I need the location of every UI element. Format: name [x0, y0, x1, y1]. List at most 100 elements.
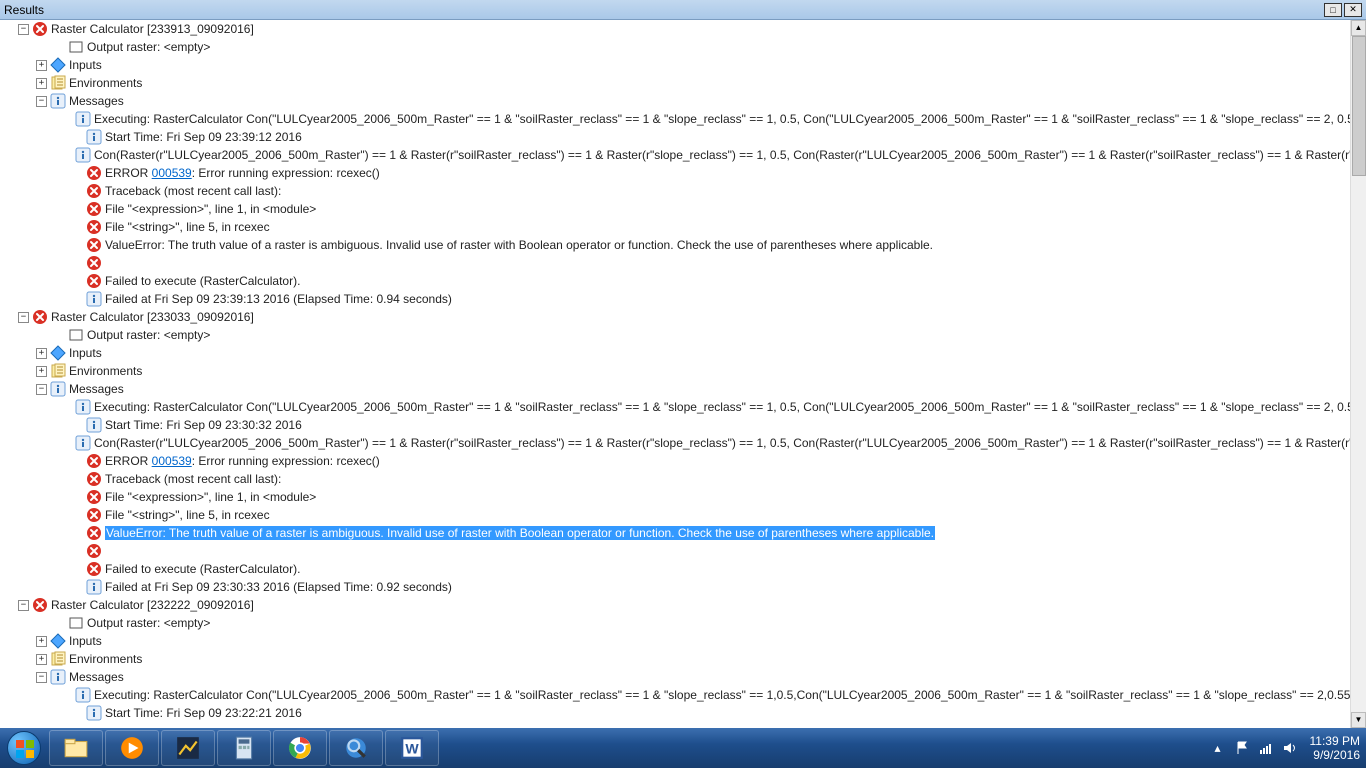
- taskbar-mediaplayer[interactable]: [105, 730, 159, 766]
- taskbar-word[interactable]: W: [385, 730, 439, 766]
- tree-item-label: Output raster: <empty>: [87, 328, 210, 342]
- message-line[interactable]: [0, 254, 1350, 272]
- close-button[interactable]: ✕: [1344, 3, 1362, 17]
- tree-item-label: ValueError: The truth value of a raster …: [105, 526, 935, 540]
- message-line[interactable]: ValueError: The truth value of a raster …: [0, 524, 1350, 542]
- info-icon: [75, 687, 91, 703]
- tree-toggle[interactable]: −: [36, 672, 47, 683]
- info-icon: [75, 435, 91, 451]
- message-line[interactable]: [0, 542, 1350, 560]
- message-line[interactable]: Con(Raster(r"LULCyear2005_2006_500m_Rast…: [0, 434, 1350, 452]
- message-line[interactable]: Failed to execute (RasterCalculator).: [0, 272, 1350, 290]
- environments-icon: [50, 363, 66, 379]
- raster-icon: [68, 39, 84, 55]
- inputs-item[interactable]: + Inputs: [0, 56, 1350, 74]
- result-entry[interactable]: − Raster Calculator [233913_09092016]: [0, 20, 1350, 38]
- tree-item-label: Failed at Fri Sep 09 23:30:33 2016 (Elap…: [105, 580, 452, 594]
- message-line[interactable]: ValueError: The truth value of a raster …: [0, 236, 1350, 254]
- environments-item[interactable]: +Environments: [0, 74, 1350, 92]
- error-code-link[interactable]: 000539: [152, 166, 192, 180]
- tray-flag-icon[interactable]: [1233, 739, 1251, 757]
- message-line[interactable]: Failed at Fri Sep 09 23:39:13 2016 (Elap…: [0, 290, 1350, 308]
- maximize-button[interactable]: □: [1324, 3, 1342, 17]
- taskbar-explorer[interactable]: [49, 730, 103, 766]
- start-button[interactable]: [0, 728, 48, 768]
- output-raster-item[interactable]: Output raster: <empty>: [0, 326, 1350, 344]
- message-line[interactable]: Executing: RasterCalculator Con("LULCyea…: [0, 398, 1350, 416]
- tree-toggle[interactable]: +: [36, 654, 47, 665]
- tray-date: 9/9/2016: [1310, 748, 1360, 762]
- message-line[interactable]: File "<expression>", line 1, in <module>: [0, 200, 1350, 218]
- output-raster-item[interactable]: Output raster: <empty>: [0, 614, 1350, 632]
- message-line[interactable]: Executing: RasterCalculator Con("LULCyea…: [0, 110, 1350, 128]
- message-line[interactable]: Traceback (most recent call last):: [0, 182, 1350, 200]
- error-icon: [86, 471, 102, 487]
- tree-item-label: File "<string>", line 5, in rcexec: [105, 508, 270, 522]
- tray-clock[interactable]: 11:39 PM 9/9/2016: [1310, 734, 1360, 762]
- tree-toggle[interactable]: −: [36, 384, 47, 395]
- tree-item-label: Raster Calculator [232222_09092016]: [51, 598, 254, 612]
- message-line[interactable]: Start Time: Fri Sep 09 23:22:21 2016: [0, 704, 1350, 722]
- tree-item-label: Inputs: [69, 58, 102, 72]
- message-line[interactable]: ERROR 000539: Error running expression: …: [0, 452, 1350, 470]
- tray-network-icon[interactable]: [1257, 739, 1275, 757]
- message-line[interactable]: File "<string>", line 5, in rcexec: [0, 218, 1350, 236]
- error-code-link[interactable]: 000539: [152, 454, 192, 468]
- tree-item-label: Start Time: Fri Sep 09 23:22:21 2016: [105, 706, 302, 720]
- info-icon: [75, 147, 91, 163]
- tray-show-hidden-icon[interactable]: ▴: [1209, 739, 1227, 757]
- message-line[interactable]: Start Time: Fri Sep 09 23:30:32 2016: [0, 416, 1350, 434]
- tree-toggle[interactable]: +: [36, 636, 47, 647]
- taskbar-calculator[interactable]: [217, 730, 271, 766]
- environments-item[interactable]: +Environments: [0, 362, 1350, 380]
- error-icon: [86, 165, 102, 181]
- taskbar-arccatalog[interactable]: [329, 730, 383, 766]
- tree-toggle[interactable]: −: [18, 312, 29, 323]
- output-raster-item[interactable]: Output raster: <empty>: [0, 38, 1350, 56]
- message-line[interactable]: Con(Raster(r"LULCyear2005_2006_500m_Rast…: [0, 146, 1350, 164]
- tree-toggle[interactable]: −: [36, 96, 47, 107]
- message-line[interactable]: Traceback (most recent call last):: [0, 470, 1350, 488]
- taskbar-app-dark[interactable]: [161, 730, 215, 766]
- tree-item-label: File "<expression>", line 1, in <module>: [105, 490, 316, 504]
- tree-toggle[interactable]: +: [36, 348, 47, 359]
- message-line[interactable]: Start Time: Fri Sep 09 23:39:12 2016: [0, 128, 1350, 146]
- message-line[interactable]: File "<expression>", line 1, in <module>: [0, 488, 1350, 506]
- tree-toggle[interactable]: +: [36, 366, 47, 377]
- tree-item-label: Raster Calculator [233913_09092016]: [51, 22, 254, 36]
- message-line[interactable]: ERROR 000539: Error running expression: …: [0, 164, 1350, 182]
- error-icon: [86, 237, 102, 253]
- vertical-scrollbar[interactable]: ▲ ▼: [1350, 20, 1366, 728]
- result-entry[interactable]: − Raster Calculator [232222_09092016]: [0, 596, 1350, 614]
- environments-item[interactable]: + Environments: [0, 650, 1350, 668]
- message-line[interactable]: Executing: RasterCalculator Con("LULCyea…: [0, 686, 1350, 704]
- raster-icon: [68, 615, 84, 631]
- tree-toggle[interactable]: −: [18, 24, 29, 35]
- inputs-item[interactable]: +Inputs: [0, 344, 1350, 362]
- messages-item[interactable]: −Messages: [0, 668, 1350, 686]
- messages-item[interactable]: − Messages: [0, 380, 1350, 398]
- tree-item-label: Start Time: Fri Sep 09 23:30:32 2016: [105, 418, 302, 432]
- tree-toggle[interactable]: +: [36, 60, 47, 71]
- message-line[interactable]: Failed to execute (RasterCalculator).: [0, 560, 1350, 578]
- info-icon: [86, 291, 102, 307]
- tree-item-label: Messages: [69, 382, 124, 396]
- scroll-up-arrow[interactable]: ▲: [1351, 20, 1366, 36]
- scroll-down-arrow[interactable]: ▼: [1351, 712, 1366, 728]
- taskbar-chrome[interactable]: [273, 730, 327, 766]
- error-icon: [86, 489, 102, 505]
- tree-item-label: ERROR 000539: Error running expression: …: [105, 166, 380, 180]
- tree-toggle[interactable]: +: [36, 78, 47, 89]
- messages-item[interactable]: −Messages: [0, 92, 1350, 110]
- message-line[interactable]: Failed at Fri Sep 09 23:30:33 2016 (Elap…: [0, 578, 1350, 596]
- tree-item-label: File "<string>", line 5, in rcexec: [105, 220, 270, 234]
- tree-toggle[interactable]: −: [18, 600, 29, 611]
- result-entry[interactable]: −Raster Calculator [233033_09092016]: [0, 308, 1350, 326]
- tray-volume-icon[interactable]: [1281, 739, 1299, 757]
- inputs-item[interactable]: +Inputs: [0, 632, 1350, 650]
- tree-item-label: Environments: [69, 652, 142, 666]
- message-line[interactable]: File "<string>", line 5, in rcexec: [0, 506, 1350, 524]
- scroll-thumb[interactable]: [1352, 36, 1366, 176]
- info-icon: [75, 111, 91, 127]
- messages-icon: [50, 669, 66, 685]
